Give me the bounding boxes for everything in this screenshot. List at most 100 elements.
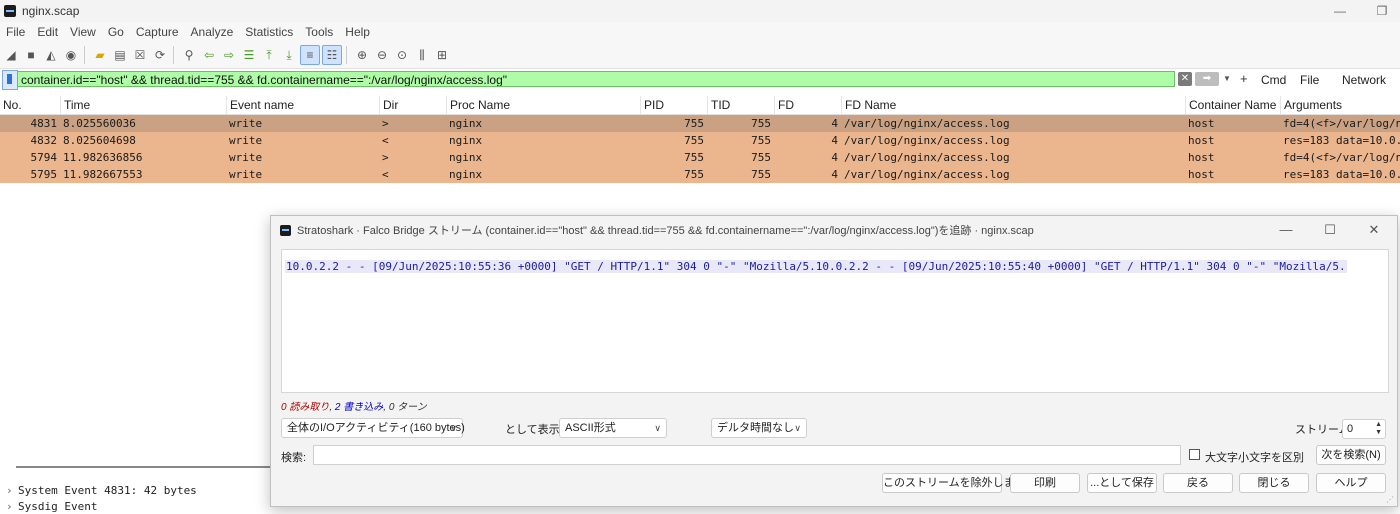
stats-writes: 2 書き込み [334,402,384,413]
menu-go[interactable]: Go [108,25,124,39]
cell-container: host [1188,117,1215,130]
menu-file[interactable]: File [6,25,25,39]
display-filter-input[interactable]: container.id=="host" && thread.tid==755 … [17,71,1175,87]
zoom-normal-icon[interactable]: ⊙ [393,46,411,64]
close-icon[interactable]: ✕ [1366,222,1382,238]
zoom-in-icon[interactable]: ⊕ [353,46,371,64]
menu-view[interactable]: View [70,25,96,39]
delta-time-select[interactable]: デルタ時間なし ∨ [711,418,807,438]
menu-statistics[interactable]: Statistics [245,25,293,39]
case-sensitive-checkbox[interactable] [1189,449,1200,460]
filter-button-file[interactable]: File [1300,73,1319,87]
back-button[interactable]: 戻る [1163,473,1233,493]
search-label: 検索: [281,452,307,464]
table-row[interactable]: 4832 8.025604698 write < nginx 755 755 4… [0,132,1400,149]
resize-grip-icon[interactable]: ⋰ [1386,495,1394,504]
cell-fd-name: /var/log/nginx/access.log [844,151,1010,164]
menu-analyze[interactable]: Analyze [191,25,234,39]
column-header-fd[interactable]: FD [774,96,841,114]
cell-event: write [229,134,263,147]
cell-tid: 755 [751,168,771,181]
window-titlebar: nginx.scap — ❐ [0,0,1400,22]
column-header-tid[interactable]: TID [707,96,774,114]
apply-filter-icon[interactable]: ➡ [1195,72,1219,86]
cell-time: 8.025560036 [63,117,136,130]
zoom-out-icon[interactable]: ⊖ [373,46,391,64]
table-row[interactable]: 4831 8.025560036 write > nginx 755 755 4… [0,115,1400,132]
add-filter-button[interactable]: + [1240,71,1248,86]
activity-select[interactable]: 全体のI/Oアクティビティ(160 bytes) ∨ [281,418,465,438]
cell-fd: 4 [831,134,838,147]
filter-button-cmd[interactable]: Cmd [1261,73,1286,87]
details-item[interactable]: › System Event 4831: 42 bytes [6,483,197,498]
column-header-arguments[interactable]: Arguments [1280,96,1400,114]
column-header-event-name[interactable]: Event name [226,96,379,114]
column-header-fd-name[interactable]: FD Name [841,96,1185,114]
cell-event: write [229,151,263,164]
restart-capture-icon[interactable]: ◭ [42,46,60,64]
colorize-icon[interactable]: ☷ [322,45,342,65]
column-header-proc-name[interactable]: Proc Name [446,96,640,114]
cell-pid: 755 [684,117,704,130]
layout-icon[interactable]: ⊞ [433,46,451,64]
shark-fin-start-icon[interactable]: ◢ [2,46,20,64]
auto-scroll-icon[interactable]: ≡ [300,45,320,65]
open-file-icon[interactable]: ▰ [91,46,109,64]
search-input[interactable] [313,445,1181,465]
details-item-label: System Event 4831: 42 bytes [18,484,197,497]
resize-columns-icon[interactable]: ⫼ [413,46,431,64]
close-file-icon[interactable]: ☒ [131,46,149,64]
close-button[interactable]: 閉じる [1239,473,1309,493]
column-header-time[interactable]: Time [60,96,226,114]
stop-capture-icon[interactable]: ■ [22,46,40,64]
menu-help[interactable]: Help [345,25,370,39]
column-header-no[interactable]: No. [0,96,60,114]
cell-tid: 755 [751,134,771,147]
save-as-button[interactable]: ...として保存 [1087,473,1157,493]
toolbar-separator [173,46,174,64]
details-item[interactable]: › Sysdig Event [6,499,97,514]
reload-file-icon[interactable]: ⟳ [151,46,169,64]
cell-proc: nginx [449,168,483,181]
find-packet-icon[interactable]: ⚲ [180,46,198,64]
maximize-icon[interactable]: ☐ [1322,222,1338,238]
chevron-right-icon: › [6,484,13,497]
column-header-pid[interactable]: PID [640,96,707,114]
go-to-packet-icon[interactable]: ☰ [240,46,258,64]
minimize-icon[interactable]: — [1332,3,1348,19]
column-header-dir[interactable]: Dir [379,96,446,114]
menu-bar: File Edit View Go Capture Analyze Statis… [0,22,1400,42]
cell-fd-name: /var/log/nginx/access.log [844,168,1010,181]
minimize-icon[interactable]: — [1278,222,1294,238]
spin-arrows-icon[interactable]: ▲ ▼ [1375,421,1382,437]
table-row[interactable]: 5795 11.982667553 write < nginx 755 755 … [0,166,1400,183]
stream-text: 10.0.2.2 - - [09/Jun/2025:10:55:36 +0000… [285,260,1347,273]
bookmark-icon[interactable] [2,70,18,90]
capture-options-icon[interactable]: ◉ [62,46,80,64]
find-next-button[interactable]: 次を検索(N) [1316,445,1386,465]
cell-time: 8.025604698 [63,134,136,147]
menu-capture[interactable]: Capture [136,25,179,39]
go-forward-icon[interactable]: ⇨ [220,46,238,64]
stream-number-spinbox[interactable]: 0 ▲ ▼ [1342,419,1386,439]
filter-out-stream-button[interactable]: このストリームを除外します [882,473,1026,493]
save-file-icon[interactable]: ▤ [111,46,129,64]
go-first-icon[interactable]: ⤒ [260,46,278,64]
go-back-icon[interactable]: ⇦ [200,46,218,64]
cell-proc: nginx [449,134,483,147]
clear-filter-icon[interactable]: ✕ [1178,72,1192,86]
go-last-icon[interactable]: ⤓ [280,46,298,64]
format-select[interactable]: ASCII形式 ∨ [559,418,667,438]
filter-history-chevron-icon[interactable]: ▼ [1221,72,1233,86]
column-header-container-name[interactable]: Container Name [1185,96,1280,114]
help-button[interactable]: ヘルプ [1316,473,1386,493]
table-row[interactable]: 5794 11.982636856 write > nginx 755 755 … [0,149,1400,166]
stream-content-view[interactable]: 10.0.2.2 - - [09/Jun/2025:10:55:36 +0000… [281,249,1389,393]
packet-list-header: No. Time Event name Dir Proc Name PID TI… [0,96,1400,115]
horizontal-scrollbar[interactable] [16,466,271,468]
menu-edit[interactable]: Edit [37,25,58,39]
restore-icon[interactable]: ❐ [1374,3,1390,19]
filter-button-network[interactable]: Network [1342,73,1386,87]
print-button[interactable]: 印刷 [1010,473,1080,493]
menu-tools[interactable]: Tools [305,25,333,39]
